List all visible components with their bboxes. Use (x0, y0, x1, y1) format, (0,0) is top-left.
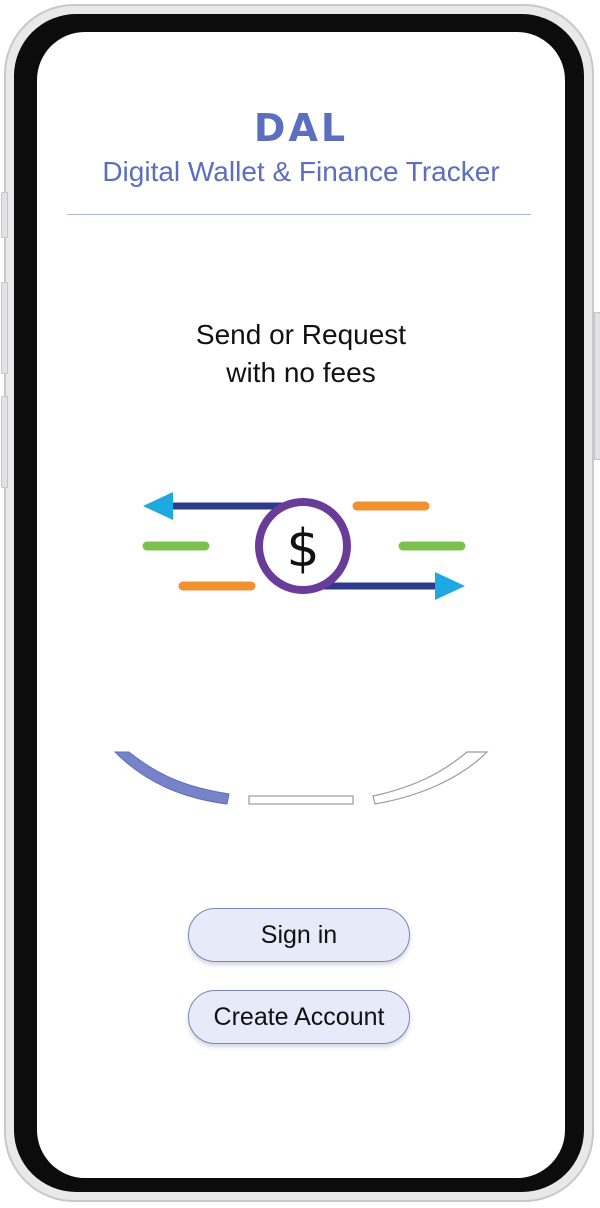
headline-line-2: with no fees (226, 357, 376, 388)
carousel-segment (248, 795, 354, 805)
app-screen: DAL Digital Wallet & Finance Tracker Sen… (37, 32, 565, 1178)
money-transfer-icon: $ (142, 492, 466, 600)
receive-arrowhead (435, 572, 465, 600)
app-logo: DAL (253, 106, 349, 150)
carousel-indicator[interactable] (111, 748, 491, 814)
create-account-button[interactable]: Create Account (188, 990, 410, 1044)
headline-line-1: Send or Request (195, 319, 407, 350)
volume-up-button (1, 282, 8, 374)
silent-switch (1, 192, 8, 238)
dollar-sign-icon: $ (286, 519, 319, 579)
power-button (594, 312, 600, 460)
header-divider (67, 214, 531, 215)
app-subtitle: Digital Wallet & Finance Tracker (102, 156, 500, 187)
carousel-segment-active (113, 751, 230, 805)
sign-in-button[interactable]: Sign in (188, 908, 410, 962)
volume-down-button (1, 396, 8, 488)
carousel-segment (372, 751, 489, 805)
send-arrowhead (143, 492, 173, 520)
onboarding-headline: Send or Request with no fees (37, 316, 565, 392)
